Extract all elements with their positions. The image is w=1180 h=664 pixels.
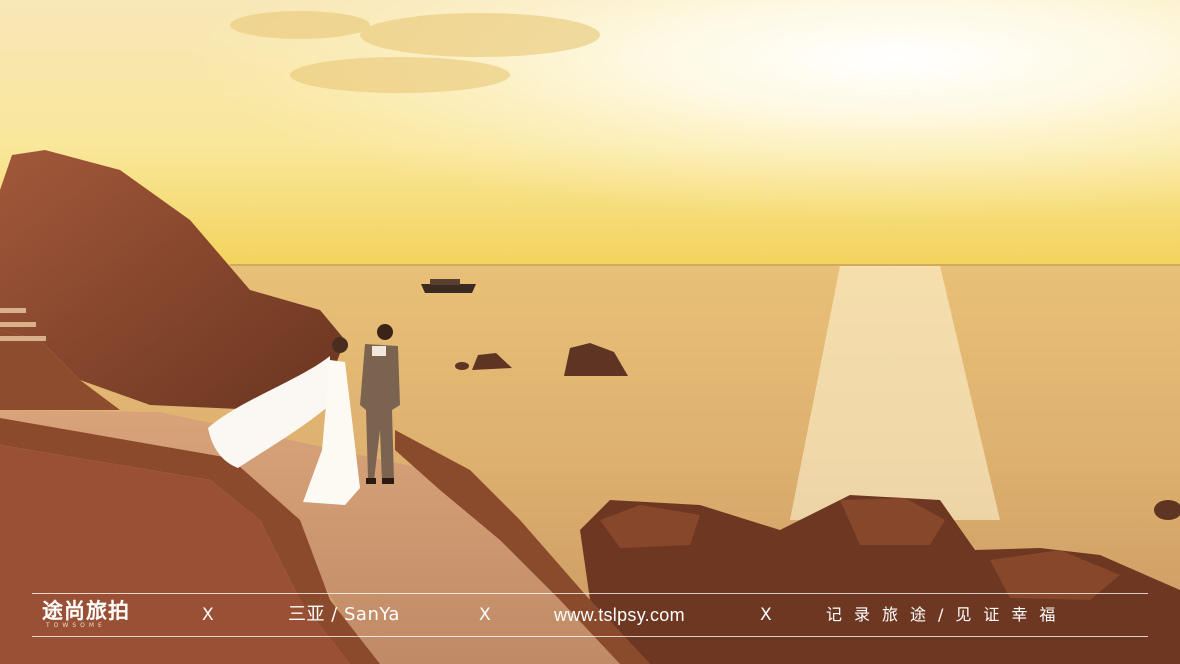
website-link[interactable]: www.tslpsy.com <box>554 594 685 636</box>
separator-3: X <box>760 605 772 625</box>
seaside-scene <box>0 0 1180 664</box>
slogan: 记录旅途/见证幸福 <box>826 605 1068 624</box>
separator-1: X <box>202 605 214 625</box>
location-label: 三亚 / SanYa <box>288 604 400 625</box>
footer-banner: 途尚旅拍 TOWSOME X 三亚 / SanYa X www.tslpsy.c… <box>32 593 1148 637</box>
brand-logo: 途尚旅拍 TOWSOME <box>42 594 130 636</box>
wedding-photo: 途尚旅拍 TOWSOME X 三亚 / SanYa X www.tslpsy.c… <box>0 0 1180 664</box>
brand-subtitle: TOWSOME <box>46 622 106 629</box>
separator-2: X <box>479 605 491 625</box>
